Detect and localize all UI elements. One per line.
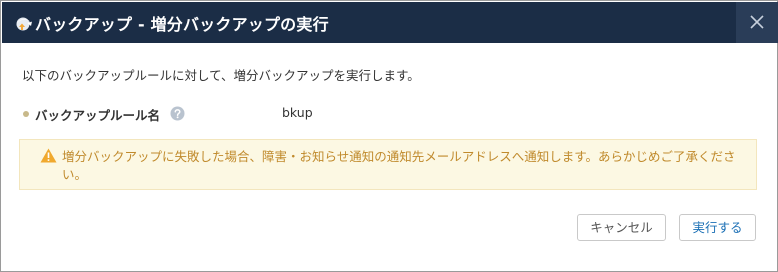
dialog-title: バックアップ - 増分バックアップの実行 <box>35 15 329 34</box>
dialog-titlebar: バックアップ - 増分バックアップの実行 <box>2 2 778 43</box>
warning-text: 増分バックアップに失敗した場合、障害・お知らせ通知の通知先メールアドレスへ通知し… <box>62 149 736 182</box>
backup-rule-name-row: バックアップルール名 bkup <box>22 105 722 123</box>
run-button[interactable]: 実行する <box>679 214 756 241</box>
help-icon[interactable] <box>170 106 185 121</box>
field-bullet <box>23 111 29 117</box>
close-icon <box>750 15 764 29</box>
warning-icon <box>40 148 57 163</box>
backup-rule-name-label: バックアップルール名 <box>35 108 161 123</box>
warning-box: 増分バックアップに失敗した場合、障害・お知らせ通知の通知先メールアドレスへ通知し… <box>19 139 757 190</box>
backup-rule-name-value: bkup <box>282 105 313 120</box>
dialog-description: 以下のバックアップルールに対して、増分バックアップを実行します。 <box>22 68 420 83</box>
close-button[interactable] <box>736 2 778 43</box>
cancel-button[interactable]: キャンセル <box>577 214 666 241</box>
backup-cloud-icon <box>13 13 33 33</box>
backup-dialog: バックアップ - 増分バックアップの実行 以下のバックアップルールに対して、増分… <box>0 0 778 272</box>
